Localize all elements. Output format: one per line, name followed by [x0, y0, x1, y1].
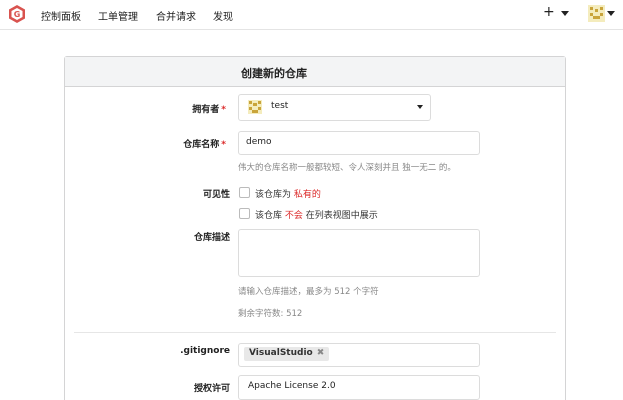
- chevron-down-icon[interactable]: [561, 11, 569, 16]
- gitignore-label: .gitignore: [180, 346, 230, 356]
- nav-issues[interactable]: 工单管理: [98, 8, 138, 23]
- description-remaining: 剩余字符数: 512: [238, 309, 303, 319]
- repo-name-help: 伟大的仓库名称一般都较短、令人深刻并且 独一无二 的。: [238, 163, 456, 173]
- private-checkbox-label: 该仓库为 私有的: [255, 190, 321, 200]
- svg-text:G: G: [14, 10, 21, 19]
- user-avatar[interactable]: [588, 5, 605, 22]
- template-checkbox[interactable]: [239, 208, 250, 219]
- private-checkbox[interactable]: [239, 187, 250, 198]
- chevron-down-icon[interactable]: [607, 11, 615, 16]
- repo-name-input[interactable]: [238, 131, 480, 155]
- description-textarea[interactable]: [238, 229, 480, 277]
- description-help: 请输入仓库描述，最多为 512 个字符: [238, 287, 379, 297]
- divider: [74, 332, 556, 333]
- page-title: 创建新的仓库: [241, 67, 307, 80]
- nav-pulls[interactable]: 合并请求: [156, 8, 196, 23]
- license-label: 授权许可: [193, 384, 230, 394]
- nav-explore[interactable]: 发现: [213, 8, 233, 23]
- gitea-logo-icon[interactable]: G: [8, 4, 26, 24]
- description-label: 仓库描述: [193, 233, 230, 243]
- template-checkbox-label: 该仓库 不会 在列表视图中展示: [255, 211, 378, 221]
- top-navbar: G 控制面板 工单管理 合并请求 发现 +: [0, 0, 623, 30]
- owner-avatar: [248, 100, 262, 114]
- gitignore-tag: VisualStudio ✖: [244, 347, 330, 361]
- repo-name-label: 仓库名称 *: [183, 140, 226, 150]
- create-plus-button[interactable]: +: [543, 5, 555, 19]
- license-value: Apache License 2.0: [248, 381, 336, 391]
- close-icon[interactable]: ✖: [317, 348, 325, 358]
- owner-dropdown[interactable]: [238, 94, 431, 121]
- repo-name-value: demo: [246, 137, 272, 147]
- owner-label: 拥有者 *: [192, 105, 226, 115]
- nav-dashboard[interactable]: 控制面板: [41, 8, 81, 23]
- chevron-down-icon[interactable]: [417, 105, 423, 109]
- panel-header: 创建新的仓库: [65, 57, 565, 87]
- owner-value: test: [271, 101, 289, 111]
- visibility-label: 可见性: [202, 190, 230, 200]
